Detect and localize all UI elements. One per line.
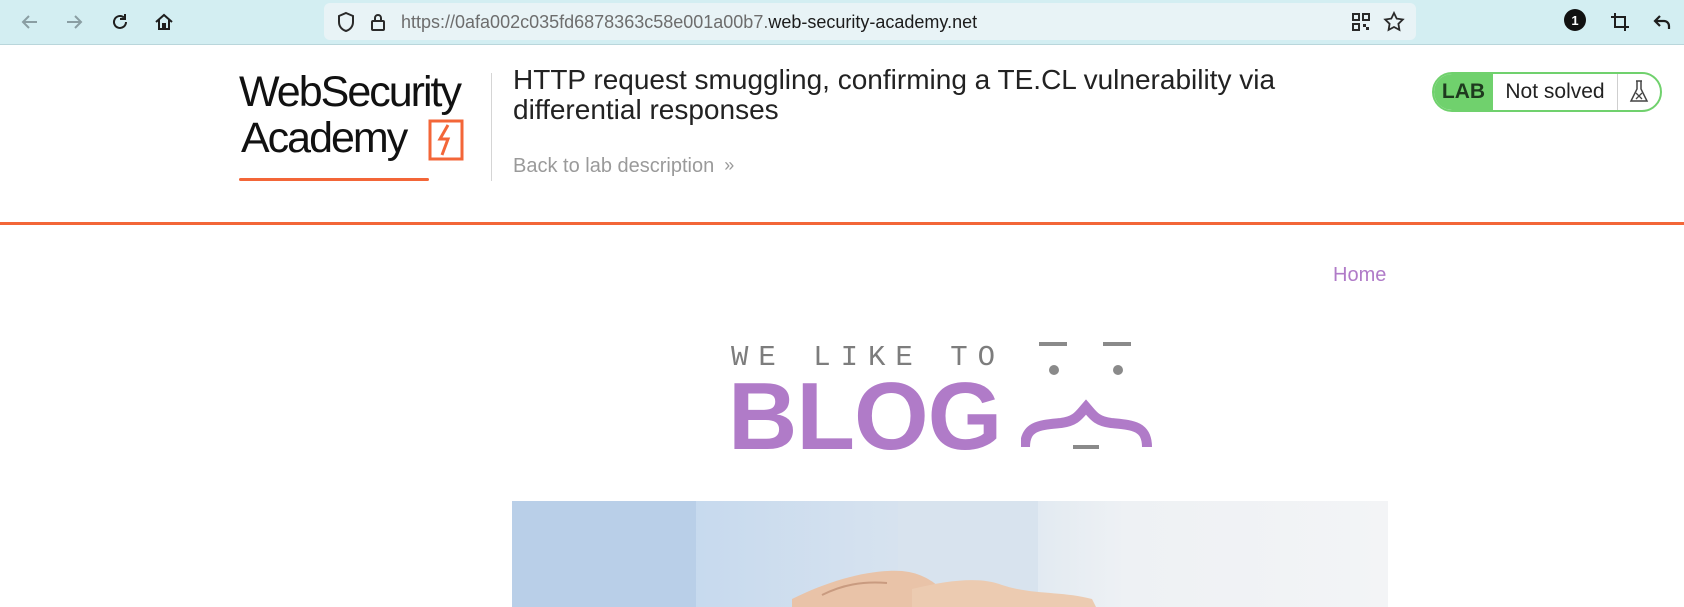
hero-panel xyxy=(512,501,696,607)
reload-icon[interactable] xyxy=(104,6,136,38)
qr-code-icon[interactable] xyxy=(1349,10,1373,34)
flask-icon[interactable] xyxy=(1617,74,1660,110)
back-to-lab-link[interactable]: Back to lab description » xyxy=(513,155,734,178)
crop-icon[interactable] xyxy=(1604,6,1636,38)
back-link-label: Back to lab description xyxy=(513,155,715,177)
blog-hero-image xyxy=(512,501,1388,607)
home-icon[interactable] xyxy=(148,6,180,38)
lab-title: HTTP request smuggling, confirming a TE.… xyxy=(513,64,1276,125)
undo-arrow-icon[interactable] xyxy=(1646,6,1678,38)
logo-bolt-icon xyxy=(428,119,464,166)
url-prefix: https://0afa002c035fd6878363c58e001a00b7… xyxy=(401,12,769,32)
logo-line-1: WebSecurity xyxy=(239,68,462,116)
lab-status-text: Not solved xyxy=(1505,80,1605,103)
browser-toolbar: https://0afa002c035fd6878363c58e001a00b7… xyxy=(0,0,1684,45)
logo-underline xyxy=(239,178,429,181)
banner-word: BLOG xyxy=(728,363,1002,470)
blog-banner: WE LIKE TO BLOG xyxy=(728,335,1168,467)
hero-hands xyxy=(792,559,1212,607)
header-divider xyxy=(491,73,492,181)
nav-home-link[interactable]: Home xyxy=(1333,264,1386,287)
lab-header: WebSecurity Academy HTTP request smuggli… xyxy=(0,45,1684,225)
lock-icon[interactable] xyxy=(366,10,390,34)
blog-face-icon xyxy=(1020,335,1171,460)
shield-icon[interactable] xyxy=(334,10,358,34)
star-icon[interactable] xyxy=(1382,10,1406,34)
back-arrow-icon[interactable] xyxy=(14,6,46,38)
logo-line-2: Academy xyxy=(241,114,408,162)
forward-arrow-icon[interactable] xyxy=(58,6,90,38)
url-domain: web-security-academy.net xyxy=(768,12,978,32)
address-bar[interactable]: https://0afa002c035fd6878363c58e001a00b7… xyxy=(324,3,1416,40)
lab-status-widget[interactable]: LAB Not solved xyxy=(1432,72,1662,112)
lab-tag: LAB xyxy=(1434,74,1493,110)
notification-badge[interactable]: 1 xyxy=(1564,9,1586,31)
double-chevron-right-icon: » xyxy=(724,155,735,175)
url-text[interactable]: https://0afa002c035fd6878363c58e001a00b7… xyxy=(401,12,977,33)
